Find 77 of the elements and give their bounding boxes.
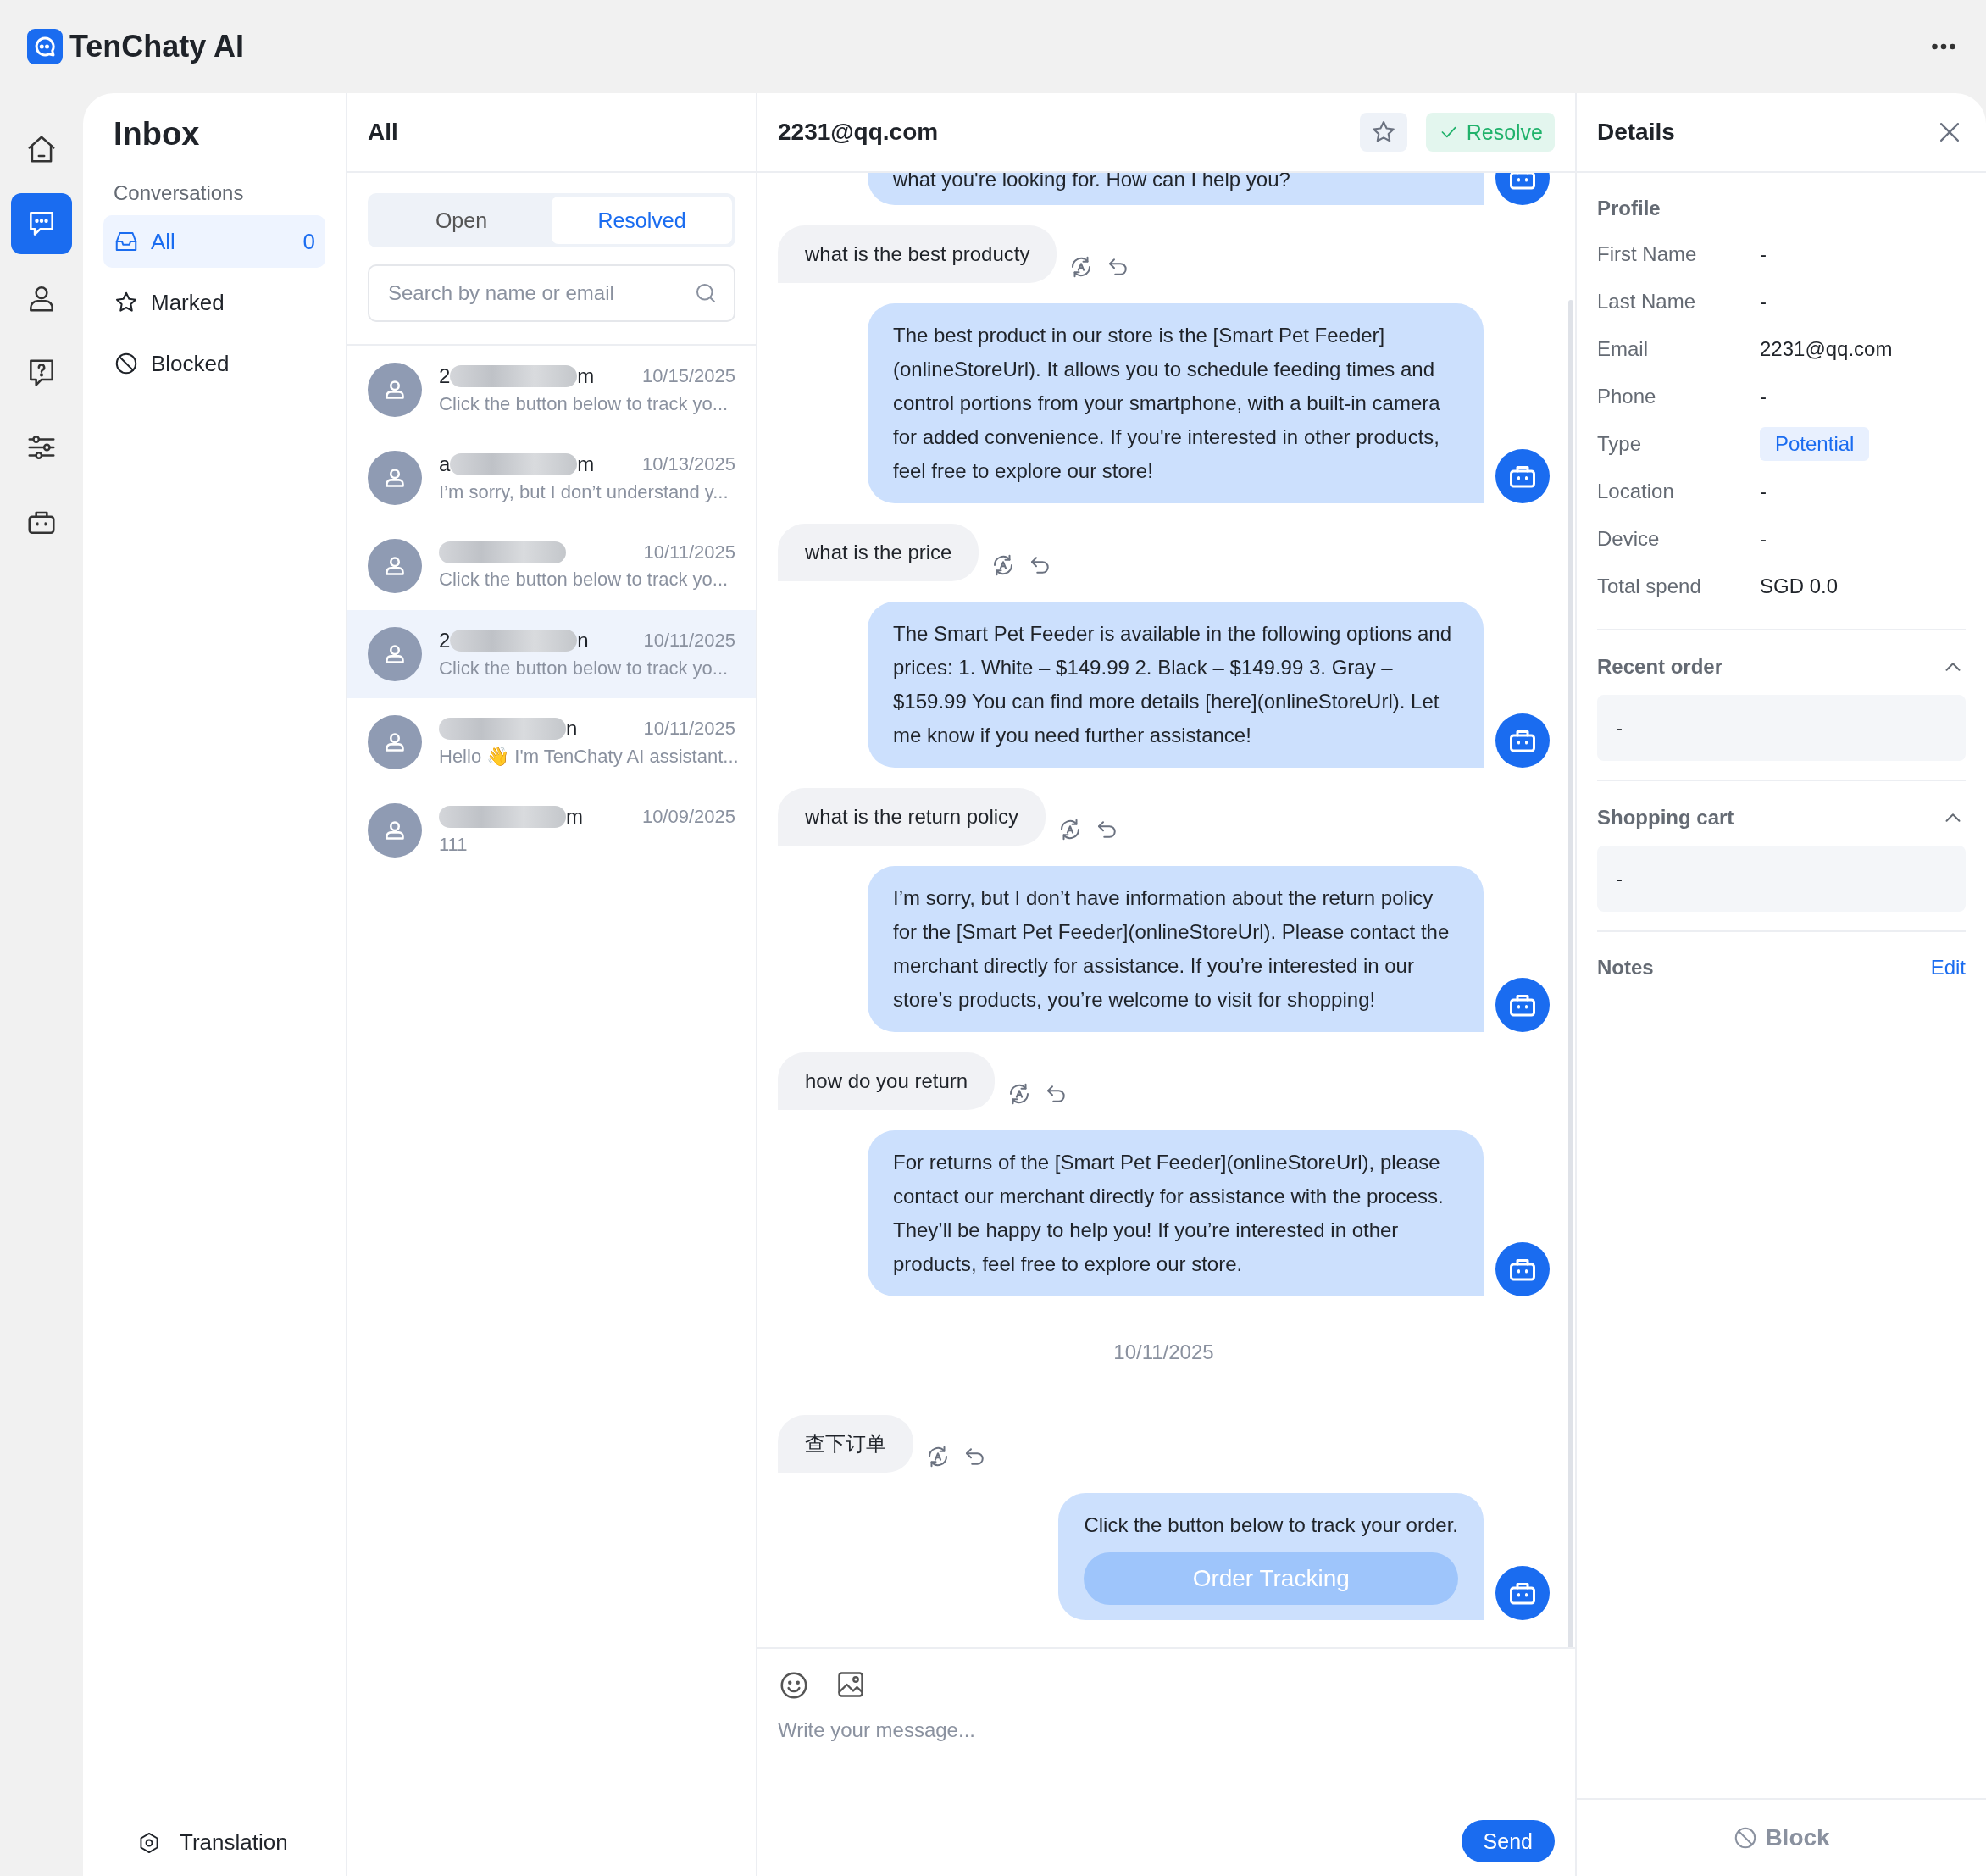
message-preview: Click the button below to track yo...	[439, 658, 729, 680]
section-title: Shopping cart	[1597, 806, 1734, 830]
conversation-date: 10/13/2025	[641, 453, 735, 475]
nav-item[interactable]: Blocked	[103, 337, 325, 390]
image-icon[interactable]	[835, 1669, 866, 1700]
bot-message: For returns of the [Smart Pet Feeder](onlineStoreUrl), please contact our merchant directly for assistance with the process. They’ll be happy to help you! If you’re interested in other products, feel free to explore our store.	[868, 1130, 1484, 1296]
translation-button[interactable]: Translation	[103, 1829, 325, 1856]
field-label: Email	[1597, 337, 1649, 361]
user-message: what is the best producty	[778, 225, 1057, 283]
field-value: SGD 0.0	[1760, 574, 1839, 598]
field-label: Location	[1597, 480, 1675, 503]
edit-link[interactable]: Edit	[1930, 956, 1966, 980]
conversation-date: 10/11/2025	[643, 718, 735, 740]
user-message: 查下订单	[778, 1415, 913, 1473]
contact-name: m	[577, 452, 595, 476]
conversation-date: 10/15/2025	[641, 365, 735, 387]
field-label: Total spend	[1597, 574, 1702, 598]
section-title: Recent order	[1597, 655, 1723, 679]
contact-name: 2	[439, 364, 451, 388]
conversation-row[interactable]: n 10/11/2025 Hello 👋 I'm TenChaty AI assistant...	[347, 698, 756, 786]
field-value: -	[1760, 480, 1767, 503]
block-icon	[114, 351, 139, 376]
message-preview: Hello 👋 I'm TenChaty AI assistant...	[439, 746, 735, 768]
field-label: Phone	[1597, 385, 1657, 408]
user-message: what is the price	[778, 524, 979, 581]
search-box[interactable]: Search by name or email	[368, 264, 735, 322]
bot-message: The best product in our store is the [Smart Pet Feeder](onlineStoreUrl). It allows you to schedule feeding times and control portions from your smartphone, with a built-in camera for added convenience. If you're interested in other products, feel free to explore our store!	[868, 303, 1484, 503]
section-value: -	[1597, 846, 1966, 912]
message-preview: I’m sorry, but I don’t understand y...	[439, 481, 729, 503]
contact-name: n	[566, 717, 578, 741]
field-value: -	[1760, 290, 1767, 314]
field-value: -	[1760, 527, 1767, 551]
contact-name: a	[439, 452, 451, 476]
field-label: Device	[1597, 527, 1661, 551]
nav-item[interactable]: Marked	[103, 276, 325, 329]
bot-message: Click the button below to track your order.	[1084, 1512, 1458, 1538]
message-preview: Click the button below to track yo...	[439, 569, 729, 591]
conversation-date: 10/09/2025	[641, 806, 735, 828]
field-value: -	[1760, 242, 1767, 266]
field-label: Type	[1597, 432, 1643, 456]
nav-item[interactable]: All 0	[103, 215, 325, 268]
conversation-date: 10/11/2025	[643, 541, 735, 563]
conversation-row[interactable]: a m 10/13/2025 I’m sorry, but I don’t understand y...	[347, 434, 756, 522]
contact-name: 2	[439, 629, 451, 652]
status-tab[interactable]: Resolved	[552, 197, 732, 244]
section-title: Profile	[1597, 196, 1661, 221]
conversation-row[interactable]: m 10/09/2025 111	[347, 786, 756, 874]
message-input[interactable]: Write your message...	[778, 1718, 1555, 1742]
message-preview: 111	[439, 834, 469, 856]
field-value: 2231@qq.com	[1760, 337, 1893, 361]
list-title: All	[347, 93, 756, 173]
conversation-title: 2231@qq.com	[778, 119, 940, 146]
section-value: -	[1597, 695, 1966, 761]
mark-button[interactable]	[1359, 113, 1407, 152]
user-message: how do you return	[778, 1052, 996, 1110]
field-value: -	[1760, 385, 1767, 408]
user-message: what is the return policy	[778, 788, 1046, 846]
send-button[interactable]: Send	[1461, 1820, 1555, 1862]
type-tag: Potential	[1760, 427, 1870, 461]
field-label: First Name	[1597, 242, 1698, 266]
bot-message: I’m sorry, but I don’t have information about the return policy for the [Smart Pet Feeder](onlineStoreUrl). Please contact the merchant directly for assistance. If you’re interested in our store’s products, you’re welcome to visit for shopping!	[868, 866, 1484, 1032]
contact-name: m	[577, 364, 595, 388]
contact-name: m	[566, 805, 583, 829]
conversation-row[interactable]: 2 m 10/15/2025 Click the button below to track yo...	[347, 346, 756, 434]
conversation-row[interactable]: 2 n 10/11/2025 Click the button below to track yo...	[347, 610, 756, 698]
panel-title: Inbox	[114, 115, 201, 153]
section-label: Conversations	[114, 181, 245, 205]
app-title: TenChaty AI	[69, 29, 244, 64]
status-tab[interactable]: Open	[371, 197, 552, 244]
conversation-date: 10/11/2025	[643, 630, 735, 652]
panel-title: Details	[1597, 119, 1675, 146]
field-label: Last Name	[1597, 290, 1697, 314]
message-preview: Click the button below to track yo...	[439, 393, 729, 415]
contact-name: n	[577, 629, 589, 652]
date-divider: 10/11/2025	[1112, 1340, 1215, 1365]
bot-message: The Smart Pet Feeder is available in the following options and prices: 1. White – $149.99 2. Black – $149.99 3. Gray – $159.99 You can find more details [here](onlineStoreUrl). Let me know if you need further assistance!	[868, 602, 1484, 768]
section-title: Notes	[1597, 956, 1654, 980]
